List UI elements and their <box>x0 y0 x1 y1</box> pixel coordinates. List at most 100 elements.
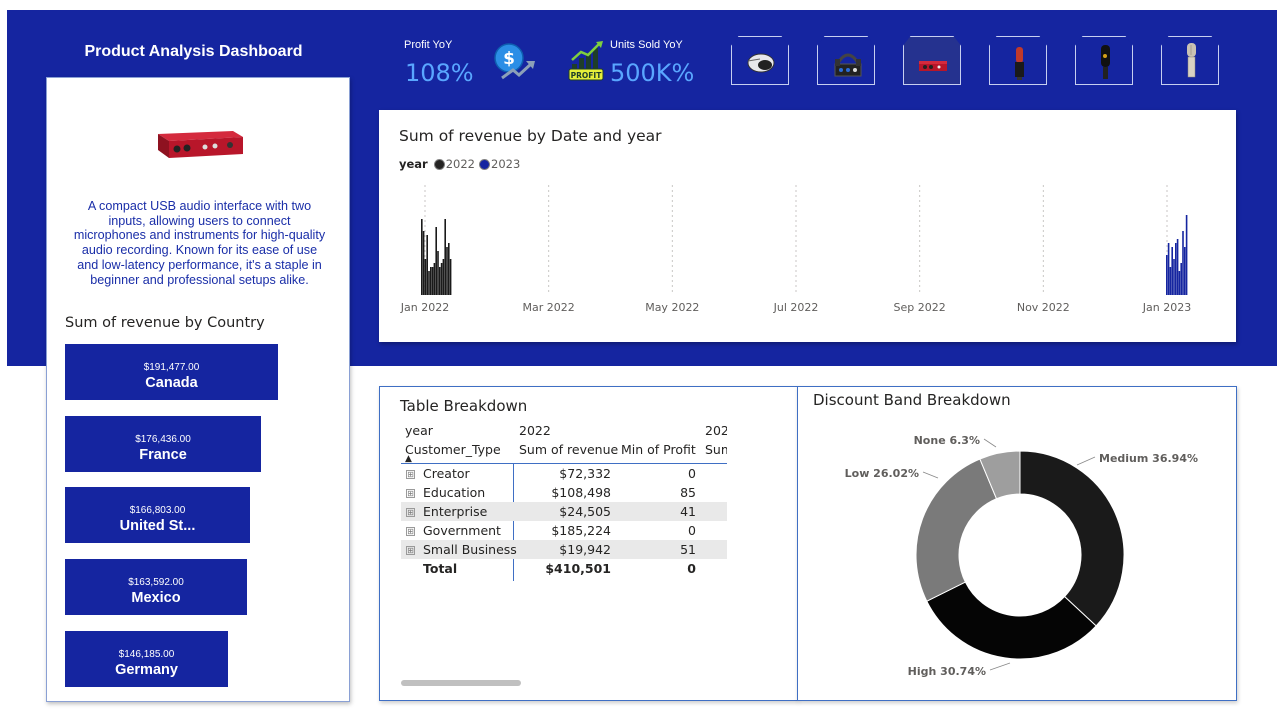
total-revenue-cell: $410,501 <box>545 561 611 576</box>
expand-icon[interactable]: ⊞ <box>406 489 415 498</box>
revenue-cell: $108,498 <box>551 485 611 500</box>
header-divider <box>401 463 727 464</box>
country-card-france[interactable]: $176,436.00 France <box>65 416 261 472</box>
country-revenue-amount: $166,803.00 <box>129 505 186 516</box>
min-of-profit-header[interactable]: Min of Profit <box>621 442 696 457</box>
expand-icon[interactable]: ⊞ <box>406 546 415 555</box>
mouse-product-thumb[interactable] <box>731 36 789 85</box>
sum-of-revenue-header[interactable]: Sum of revenue <box>519 442 618 457</box>
profit-chart-icon: PROFIT <box>568 41 604 81</box>
microphone-red-product-thumb[interactable] <box>989 36 1047 85</box>
revenue-bar-2023[interactable] <box>1180 263 1182 295</box>
profit-yoy-label: Profit YoY <box>404 39 453 51</box>
slice-label: Low 26.02% <box>845 467 919 480</box>
country-card-canada[interactable]: $191,477.00 Canada <box>65 344 278 400</box>
x-tick-label: Jan 2023 <box>1142 301 1191 314</box>
svg-text:$: $ <box>503 49 515 69</box>
table-title: Table Breakdown <box>400 397 528 415</box>
slice-label: None 6.3% <box>914 434 980 447</box>
microphone-icon <box>1101 45 1110 79</box>
revenue-bar-2022[interactable] <box>449 259 452 295</box>
country-card-mexico[interactable]: $163,592.00 Mexico <box>65 559 247 615</box>
x-tick-label: Jan 2022 <box>400 301 449 314</box>
discount-donut-chart: Medium 36.94% High 30.74% Low 26.02% None 6… <box>845 434 1198 678</box>
revenue-bar-2022[interactable] <box>437 251 439 295</box>
revenue-bar-2022[interactable] <box>446 247 448 295</box>
revenue-cell: $19,942 <box>559 542 611 557</box>
revenue-bar-2022[interactable] <box>440 263 443 295</box>
country-card-germany[interactable]: $146,185.00 Germany <box>65 631 228 687</box>
profit-cell: 85 <box>680 485 696 500</box>
donut-slice[interactable] <box>1019 450 1125 627</box>
country-card-united-states[interactable]: $166,803.00 United St... <box>65 487 250 543</box>
revenue-by-date-chart-panel: Sum of revenue by Date and year year 202… <box>379 110 1236 342</box>
revenue-bar-2022[interactable] <box>426 235 428 295</box>
audio-interface-image <box>158 131 243 158</box>
microphone-icon <box>1187 43 1196 78</box>
revenue-bar-2022[interactable] <box>448 243 450 295</box>
revenue-bar-2023[interactable] <box>1173 259 1175 295</box>
discount-band-panel: Discount Band Breakdown Medium 36.94% Hig… <box>797 386 1237 701</box>
revenue-bar-2022[interactable] <box>430 267 432 295</box>
revenue-bar-2023[interactable] <box>1169 267 1172 295</box>
matrix-table: year 2022 202 Customer_Type ▲ Sum of rev… <box>401 422 727 612</box>
expand-icon[interactable]: ⊞ <box>406 527 415 536</box>
revenue-bar-2022[interactable] <box>424 259 427 295</box>
expand-icon[interactable]: ⊞ <box>406 470 415 479</box>
revenue-bar-2023[interactable] <box>1182 231 1184 295</box>
revenue-bar-2023[interactable] <box>1175 243 1177 295</box>
slice-leader-line <box>1076 456 1096 466</box>
mixer-product-thumb[interactable] <box>817 36 875 85</box>
slice-leader-line <box>983 438 997 448</box>
audio-interface-product-thumb[interactable] <box>903 36 961 85</box>
revenue-bar-2023[interactable] <box>1185 215 1188 295</box>
profit-cell: 0 <box>688 523 696 538</box>
revenue-cell: $24,505 <box>559 504 611 519</box>
revenue-bar-2022[interactable] <box>444 219 446 295</box>
revenue-bar-chart: Jan 2022 Mar 2022 May 2022 Jul 2022 Sep 2022… <box>400 185 1191 314</box>
x-tick-label: Mar 2022 <box>523 301 575 314</box>
revenue-bar-2023[interactable] <box>1167 243 1170 295</box>
revenue-bar-2022[interactable] <box>439 267 441 295</box>
table-breakdown-panel: Table Breakdown year 2022 202 Customer_T… <box>379 386 798 701</box>
revenue-bar-2022[interactable] <box>435 227 437 295</box>
x-tick-label: Nov 2022 <box>1017 301 1070 314</box>
revenue-bar-2023[interactable] <box>1171 247 1173 295</box>
microphone-icon <box>1015 47 1024 80</box>
revenue-bar-2023[interactable] <box>1178 271 1181 295</box>
customer-type-cell: Education <box>423 485 486 500</box>
revenue-bar-2022[interactable] <box>433 263 436 295</box>
donut-slice[interactable] <box>915 458 998 602</box>
country-revenue-amount: $146,185.00 <box>118 649 175 660</box>
country-name: United St... <box>119 518 196 534</box>
svg-text:PROFIT: PROFIT <box>571 71 603 80</box>
profit-cell: 51 <box>680 542 696 557</box>
country-revenue-title: Sum of revenue by Country <box>65 315 265 331</box>
year-2023-header: 202 <box>705 423 727 438</box>
revenue-bar-2022[interactable] <box>428 271 430 295</box>
revenue-bar-2022[interactable] <box>421 219 423 295</box>
slice-leader-line <box>989 662 1011 671</box>
column-divider <box>513 463 514 581</box>
microphone-silver-product-thumb[interactable] <box>1161 36 1219 85</box>
units-sold-yoy-value: 500K% <box>610 59 695 87</box>
revenue-bar-2023[interactable] <box>1184 247 1186 295</box>
x-tick-label: Sep 2022 <box>894 301 946 314</box>
dashboard-title: Product Analysis Dashboard <box>84 43 303 60</box>
expand-icon[interactable]: ⊞ <box>406 508 415 517</box>
next-column-header[interactable]: Sum <box>705 442 727 457</box>
customer-type-header[interactable]: Customer_Type <box>405 442 501 457</box>
country-revenue-amount: $176,436.00 <box>135 434 191 445</box>
microphone-black-product-thumb[interactable] <box>1075 36 1133 85</box>
revenue-bar-2023[interactable] <box>1166 255 1168 295</box>
revenue-bar-2023[interactable] <box>1176 239 1179 295</box>
profit-yoy-value: 108% <box>405 59 474 87</box>
revenue-bar-2022[interactable] <box>422 231 425 295</box>
country-revenue-amount: $163,592.00 <box>128 577 184 588</box>
revenue-bar-2022[interactable] <box>431 267 434 295</box>
revenue-bar-2022[interactable] <box>442 259 445 295</box>
horizontal-scrollbar[interactable] <box>401 680 521 686</box>
profit-cell: 41 <box>680 504 696 519</box>
mixer-icon <box>834 53 862 77</box>
dollar-growth-icon: $ <box>494 43 535 80</box>
